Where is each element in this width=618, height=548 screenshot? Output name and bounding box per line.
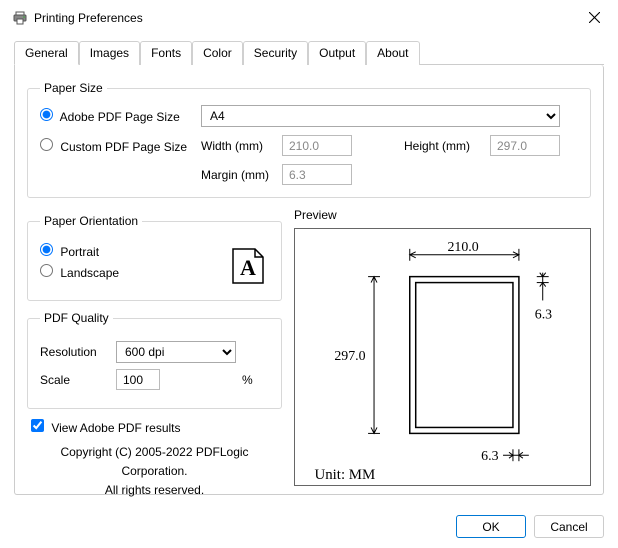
preview-margin-b: 6.3 (481, 449, 498, 464)
preview-legend: Preview (294, 208, 591, 222)
tab-panel-general: Paper Size Adobe PDF Page Size A4 Custom… (14, 65, 604, 495)
tab-color[interactable]: Color (192, 41, 243, 65)
margin-label: Margin (mm) (201, 168, 276, 182)
height-label: Height (mm) (404, 139, 484, 153)
tab-bar: General Images Fonts Color Security Outp… (14, 40, 604, 65)
page-letter-icon: A (231, 247, 265, 288)
resolution-label: Resolution (40, 345, 110, 359)
scale-label: Scale (40, 373, 110, 387)
landscape-radio[interactable]: Landscape (40, 264, 119, 280)
orientation-group: Paper Orientation Portrait Landscape A (27, 214, 282, 301)
width-label: Width (mm) (201, 139, 276, 153)
title-bar: Printing Preferences (0, 0, 618, 36)
dialog-buttons: OK Cancel (0, 505, 618, 548)
tab-about[interactable]: About (366, 41, 419, 65)
tab-security[interactable]: Security (243, 41, 308, 65)
svg-text:A: A (240, 255, 256, 280)
tab-fonts[interactable]: Fonts (140, 41, 192, 65)
page-size-select[interactable]: A4 (201, 105, 560, 127)
preview-margin-r: 6.3 (535, 307, 552, 322)
cancel-button[interactable]: Cancel (534, 515, 604, 538)
preview-unit: Unit: MM (315, 467, 376, 483)
quality-group: PDF Quality Resolution 600 dpi Scale % (27, 311, 282, 409)
close-button[interactable] (583, 8, 606, 28)
width-input[interactable] (282, 135, 352, 156)
printer-icon (12, 10, 28, 26)
margin-input[interactable] (282, 164, 352, 185)
paper-size-legend: Paper Size (40, 81, 107, 95)
copyright: Copyright (C) 2005-2022 PDFLogic Corpora… (27, 443, 282, 501)
preview-box: 210.0 297.0 6.3 (294, 228, 591, 486)
custom-size-radio[interactable]: Custom PDF Page Size (40, 138, 195, 154)
ok-button[interactable]: OK (456, 515, 526, 538)
tab-general[interactable]: General (14, 41, 79, 65)
height-input[interactable] (490, 135, 560, 156)
tab-images[interactable]: Images (79, 41, 140, 65)
resolution-select[interactable]: 600 dpi (116, 341, 236, 363)
preview-width: 210.0 (447, 240, 478, 255)
portrait-radio[interactable]: Portrait (40, 243, 99, 259)
view-results-checkbox[interactable]: View Adobe PDF results (31, 419, 181, 435)
tab-output[interactable]: Output (308, 41, 366, 65)
percent-label: % (242, 373, 262, 387)
scale-input[interactable] (116, 369, 160, 390)
paper-size-group: Paper Size Adobe PDF Page Size A4 Custom… (27, 81, 591, 198)
window-title: Printing Preferences (34, 11, 143, 25)
orientation-legend: Paper Orientation (40, 214, 142, 228)
quality-legend: PDF Quality (40, 311, 113, 325)
preview-height: 297.0 (334, 349, 365, 364)
adobe-size-radio[interactable]: Adobe PDF Page Size (40, 108, 195, 124)
